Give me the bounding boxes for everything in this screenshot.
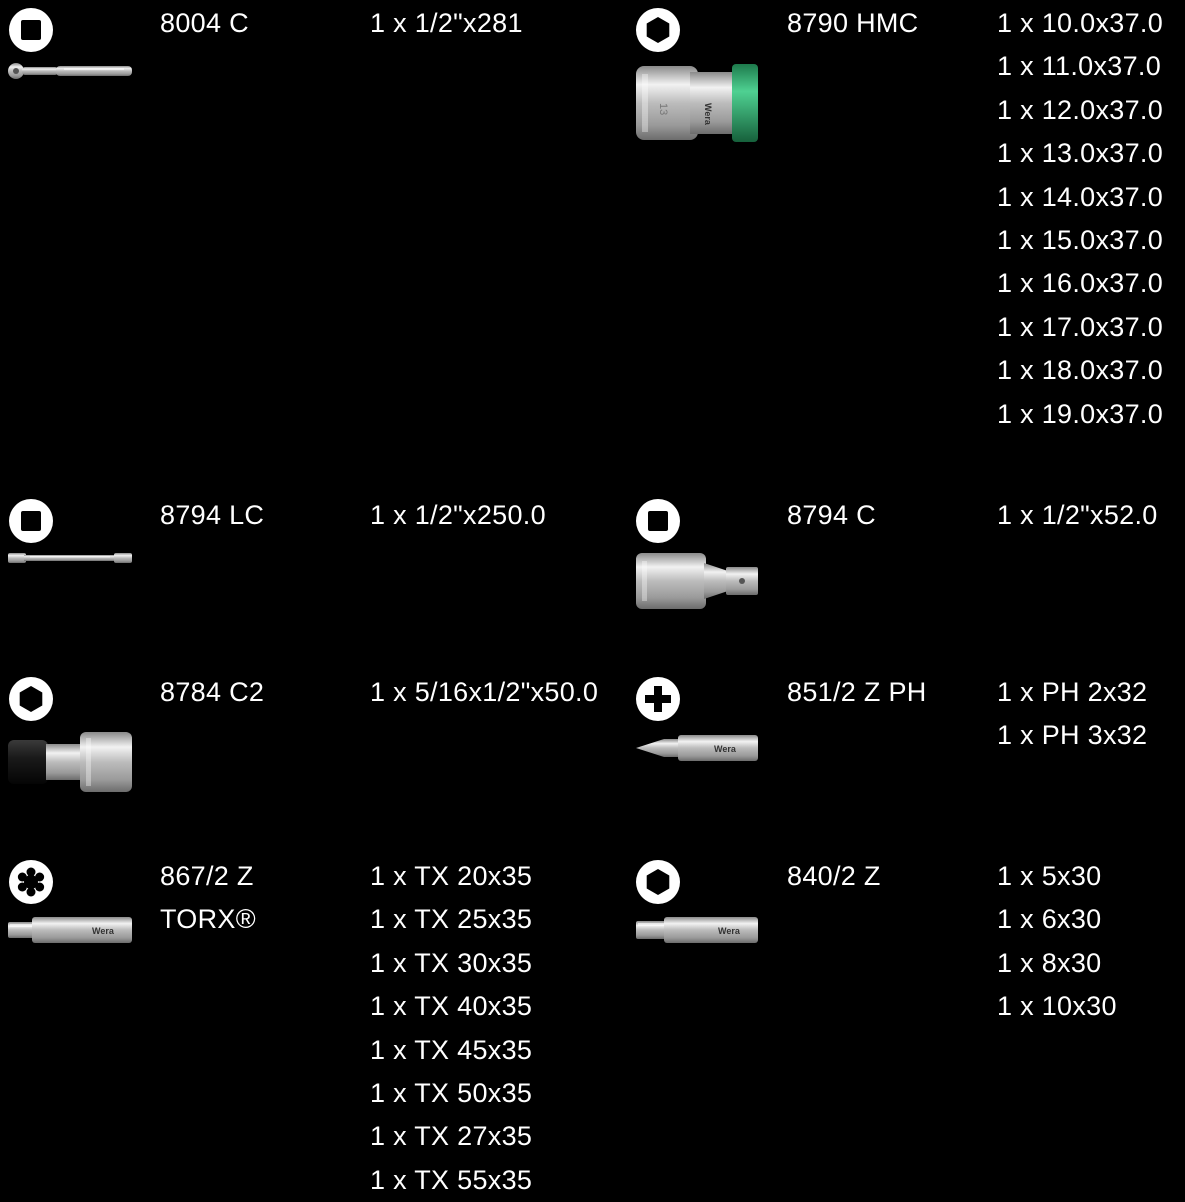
spec-item: 1 x TX 55x35	[370, 1164, 533, 1195]
product-name: 840/2 Z	[787, 855, 881, 898]
spec-item: 1 x 12.0x37.0	[997, 94, 1164, 125]
brand-mark: Wera	[703, 103, 713, 126]
spec-item: 1 x PH 3x32	[997, 720, 1148, 751]
hex-bit-image: Wera	[634, 912, 760, 948]
spec-item: 1 x TX 20x35	[370, 861, 533, 891]
spec-item: 1 x 15.0x37.0	[997, 225, 1164, 256]
product-line: TORX®	[160, 904, 256, 935]
product-name: 8794 C	[787, 494, 876, 537]
product-name: 867/2 Z TORX®	[160, 855, 256, 942]
spec-item: 1 x TX 25x35	[370, 904, 533, 935]
spec-item: 1 x 19.0x37.0	[997, 398, 1164, 429]
hex-socket-image: 13 Wera	[634, 62, 760, 144]
product-line: 840/2 Z	[787, 861, 881, 891]
spec-item: 1 x 18.0x37.0	[997, 355, 1164, 386]
phillips-drive-icon	[636, 677, 680, 721]
socket-size-label: 13	[657, 103, 669, 115]
product-line: 867/2 Z	[160, 861, 254, 891]
spec-item: 1 x 10x30	[997, 991, 1117, 1022]
spec-list: 1 x 1/2"x250.0	[370, 494, 546, 537]
spec-item: 1 x 14.0x37.0	[997, 181, 1164, 212]
phillips-bit-image: Wera	[634, 730, 760, 766]
product-name: 8794 LC	[160, 494, 264, 537]
spec-list: 1 x 1/2"x52.0	[997, 494, 1158, 537]
hexagon-drive-icon	[636, 8, 680, 52]
spec-item: 1 x 5x30	[997, 861, 1102, 891]
product-line: 8784 C2	[160, 677, 265, 707]
product-name: 8004 C	[160, 2, 249, 45]
torx-bit-image: Wera	[6, 912, 134, 948]
spec-list: 1 x PH 2x32 1 x PH 3x32	[997, 671, 1147, 758]
spec-list: 1 x TX 20x35 1 x TX 25x35 1 x TX 30x35 1…	[370, 855, 532, 1202]
square-drive-icon	[9, 499, 53, 543]
hexagon-drive-icon	[636, 860, 680, 904]
spec-item: 1 x TX 45x35	[370, 1034, 533, 1065]
ratchet-image	[6, 60, 134, 82]
spec-item: 1 x TX 30x35	[370, 947, 533, 978]
product-name: 8784 C2	[160, 671, 264, 714]
spec-list: 1 x 5x30 1 x 6x30 1 x 8x30 1 x 10x30	[997, 855, 1117, 1029]
spec-item: 1 x 11.0x37.0	[997, 51, 1162, 82]
spec-item: 1 x PH 2x32	[997, 677, 1148, 707]
product-line: 851/2 Z PH	[787, 677, 927, 707]
spec-item: 1 x 16.0x37.0	[997, 268, 1164, 299]
bit-adaptor-image	[6, 730, 134, 794]
spec-item: 1 x 6x30	[997, 904, 1102, 935]
product-line: 8790 HMC	[787, 8, 919, 38]
spec-item: 1 x TX 27x35	[370, 1121, 533, 1152]
product-line: 8794 LC	[160, 500, 265, 530]
short-extension-image	[634, 551, 760, 611]
product-name: 8790 HMC	[787, 2, 918, 45]
spec-item: 1 x 1/2"x250.0	[370, 500, 546, 530]
spec-item: 1 x 8x30	[997, 947, 1102, 978]
spec-item: 1 x TX 40x35	[370, 991, 533, 1022]
spec-item: 1 x 13.0x37.0	[997, 138, 1164, 169]
hexagon-drive-icon	[9, 677, 53, 721]
square-drive-icon	[636, 499, 680, 543]
brand-mark: Wera	[92, 926, 115, 936]
torx-drive-icon	[9, 860, 53, 904]
spec-item: 1 x 5/16x1/2"x50.0	[370, 677, 599, 707]
spec-item: 1 x 10.0x37.0	[997, 8, 1164, 38]
product-line: 8794 C	[787, 500, 876, 530]
spec-item: 1 x 17.0x37.0	[997, 311, 1164, 342]
spec-list: 1 x 5/16x1/2"x50.0	[370, 671, 598, 714]
product-line: 8004 C	[160, 8, 249, 38]
brand-mark: Wera	[714, 744, 737, 754]
spec-item: 1 x 1/2"x52.0	[997, 500, 1158, 530]
spec-item: 1 x 1/2"x281	[370, 8, 523, 38]
spec-item: 1 x TX 50x35	[370, 1078, 533, 1109]
product-name: 851/2 Z PH	[787, 671, 927, 714]
extension-bar-image	[6, 550, 134, 566]
square-drive-icon	[9, 8, 53, 52]
brand-mark: Wera	[718, 926, 741, 936]
spec-list: 1 x 10.0x37.0 1 x 11.0x37.0 1 x 12.0x37.…	[997, 2, 1163, 436]
spec-list: 1 x 1/2"x281	[370, 2, 523, 45]
